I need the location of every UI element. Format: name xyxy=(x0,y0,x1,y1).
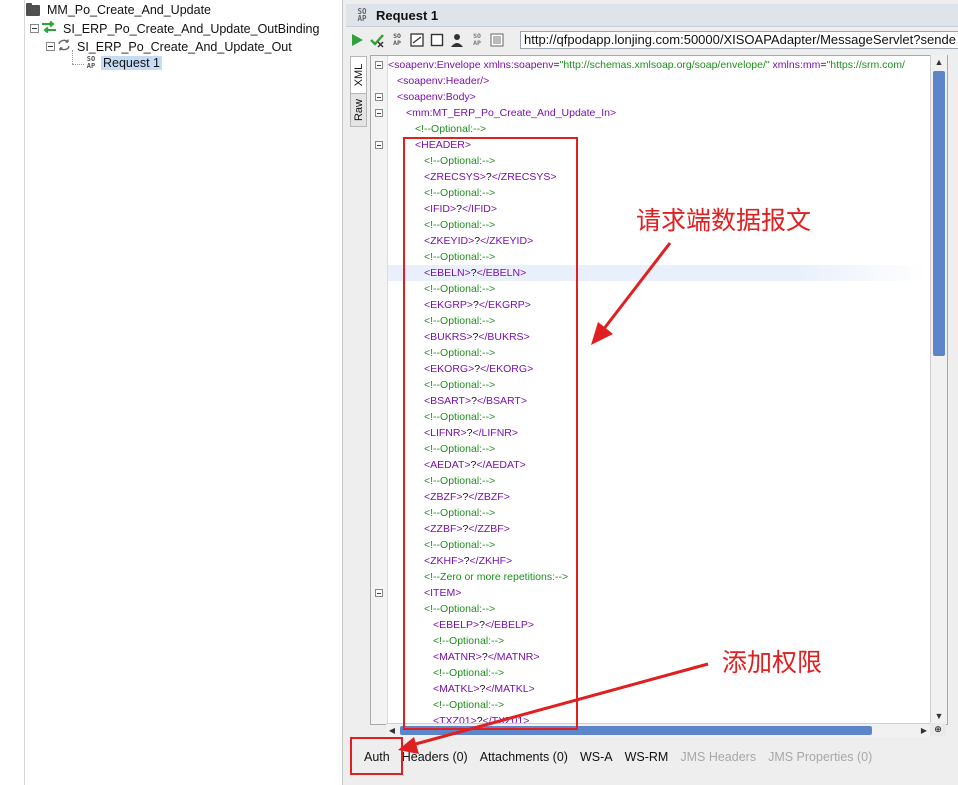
tree-item-request[interactable]: SO AP Request 1 xyxy=(84,56,162,70)
scroll-down-icon[interactable]: ▼ xyxy=(931,709,947,723)
request-bottom-tabs: Auth Headers (0) Attachments (0) WS-A WS… xyxy=(350,742,950,772)
xml-tag: <soapenv:Body> xyxy=(397,91,476,103)
code-line: <soapenv:Header/> xyxy=(397,73,489,89)
fold-toggle-body[interactable] xyxy=(375,93,383,101)
wss-icon[interactable]: SO AP xyxy=(468,31,486,49)
code-line: <mm:MT_ERP_Po_Create_And_Update_In> xyxy=(406,105,616,121)
settings-icon[interactable] xyxy=(488,31,506,49)
fold-toggle-envelope[interactable] xyxy=(375,61,383,69)
tree-divider xyxy=(24,0,25,785)
soap-request-icon: SO AP xyxy=(357,6,367,23)
tree-item-interface[interactable]: MM_Po_Create_And_Update xyxy=(26,2,213,17)
tab-ws-rm[interactable]: WS-RM xyxy=(625,750,669,764)
tab-raw-label: Raw xyxy=(352,98,365,122)
fold-toggle-item[interactable] xyxy=(375,589,383,597)
tab-headers[interactable]: Headers (0) xyxy=(402,750,468,764)
xml-attr-name: xmlns:soapenv xyxy=(480,59,554,71)
tree-item-label: SI_ERP_Po_Create_And_Update_Out xyxy=(77,39,292,54)
xml-attr-value: "https://srm.com/ xyxy=(826,59,905,71)
endpoint-url-field[interactable]: http://qfpodapp.lonjing.com:50000/XISOAP… xyxy=(520,31,958,49)
xml-tag: <soapenv:Envelope xyxy=(388,59,481,71)
scroll-left-icon[interactable]: ◀ xyxy=(386,724,398,737)
code-line-envelope: <soapenv:Envelope xmlns:soapenv="http://… xyxy=(388,57,905,73)
scroll-up-icon[interactable]: ▲ xyxy=(931,55,947,69)
tree-item-binding[interactable]: SI_ERP_Po_Create_And_Update_OutBinding xyxy=(30,20,321,36)
tab-xml-label: XML xyxy=(352,63,365,87)
code-line: <soapenv:Body> xyxy=(397,89,476,105)
xml-attr-value: "http://schemas.xmlsoap.org/soap/envelop… xyxy=(559,59,770,71)
tree-item-label: MM_Po_Create_And_Update xyxy=(47,3,211,17)
tab-jms-headers: JMS Headers xyxy=(680,750,757,764)
vertical-scroll-thumb[interactable] xyxy=(933,71,945,356)
scroll-right-icon[interactable]: ▶ xyxy=(918,724,930,737)
xml-attr-name: xmlns:mm xyxy=(769,59,821,71)
fold-toggle-header[interactable] xyxy=(375,141,383,149)
folder-icon xyxy=(26,2,40,16)
tree-connector xyxy=(72,50,73,64)
tab-jms-properties: JMS Properties (0) xyxy=(768,750,873,764)
tree-item-operation[interactable]: SI_ERP_Po_Create_And_Update_Out xyxy=(46,39,294,54)
request-title: Request 1 xyxy=(376,7,439,23)
collapse-toggle[interactable] xyxy=(46,42,55,51)
operation-icon xyxy=(57,39,71,54)
tree-connector xyxy=(72,64,84,65)
header-highlight-box xyxy=(403,137,578,730)
annotation-add-permission: 添加权限 xyxy=(722,648,823,677)
tree-item-label: Request 1 xyxy=(101,56,162,70)
request-toolbar: SO AP SO AP http://qfpodapp.lonjing.com:50… xyxy=(346,28,958,52)
tab-raw[interactable]: Raw xyxy=(350,93,367,127)
fold-toggle-message[interactable] xyxy=(375,109,383,117)
soap-icon[interactable]: SO AP xyxy=(388,31,406,49)
code-line: <!--Optional:--> xyxy=(415,121,486,137)
binding-icon xyxy=(41,20,57,36)
zoom-icon[interactable]: ⊕ xyxy=(930,723,946,736)
auth-highlight-box xyxy=(350,737,403,775)
fold-gutter xyxy=(371,56,388,724)
xml-comment: <!--Optional:--> xyxy=(415,123,487,135)
project-tree: MM_Po_Create_And_Update SI_ERP_Po_Create… xyxy=(0,0,336,785)
soap-request-icon: SO AP xyxy=(86,55,96,70)
user-icon[interactable] xyxy=(448,31,466,49)
xml-tag: <mm:MT_ERP_Po_Create_And_Update_In> xyxy=(406,107,617,119)
tab-attachments[interactable]: Attachments (0) xyxy=(480,750,568,764)
run-icon[interactable] xyxy=(348,31,366,49)
xml-tag: <soapenv:Header/> xyxy=(397,75,490,87)
annotation-request-data: 请求端数据报文 xyxy=(636,206,812,235)
format-icon[interactable] xyxy=(408,31,426,49)
request-titlebar: SO AP Request 1 xyxy=(346,4,958,27)
collapse-toggle[interactable] xyxy=(30,24,39,33)
tree-item-label: SI_ERP_Po_Create_And_Update_OutBinding xyxy=(63,21,320,36)
tab-ws-a[interactable]: WS-A xyxy=(580,750,613,764)
stop-icon[interactable] xyxy=(428,31,446,49)
create-test-case-icon[interactable] xyxy=(368,31,386,49)
vertical-scrollbar[interactable]: ▲ ▼ xyxy=(930,55,947,723)
tab-xml[interactable]: XML xyxy=(350,56,367,94)
